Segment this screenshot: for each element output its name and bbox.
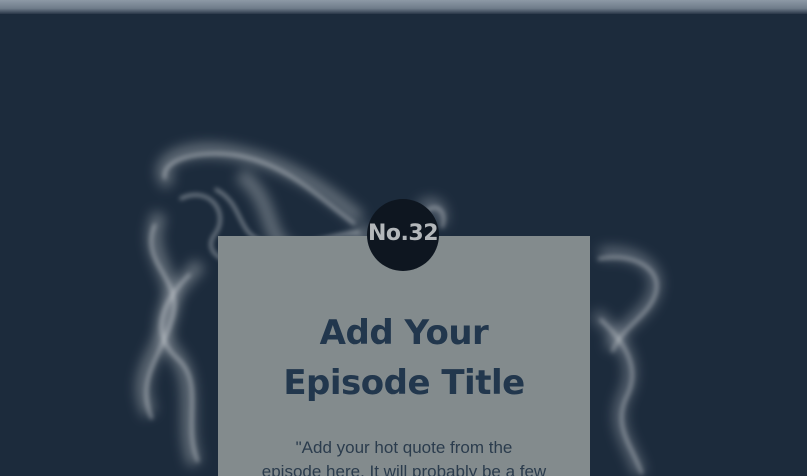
episode-number-badge[interactable]: No.32 xyxy=(367,199,439,271)
episode-quote-line-2: episode here. It will probably be a few xyxy=(261,462,547,476)
episode-title-line-1: Add Your xyxy=(319,313,489,353)
design-canvas[interactable]: No.32 Add Your Episode Title "Add your h… xyxy=(0,14,807,476)
episode-quote[interactable]: "Add your hot quote from the episode her… xyxy=(218,436,590,476)
episode-quote-line-1: "Add your hot quote from the xyxy=(295,438,513,457)
top-strip xyxy=(0,0,807,14)
episode-title-line-2: Episode Title xyxy=(283,363,525,403)
episode-title[interactable]: Add Your Episode Title xyxy=(218,308,590,408)
episode-number: No.32 xyxy=(368,220,439,246)
